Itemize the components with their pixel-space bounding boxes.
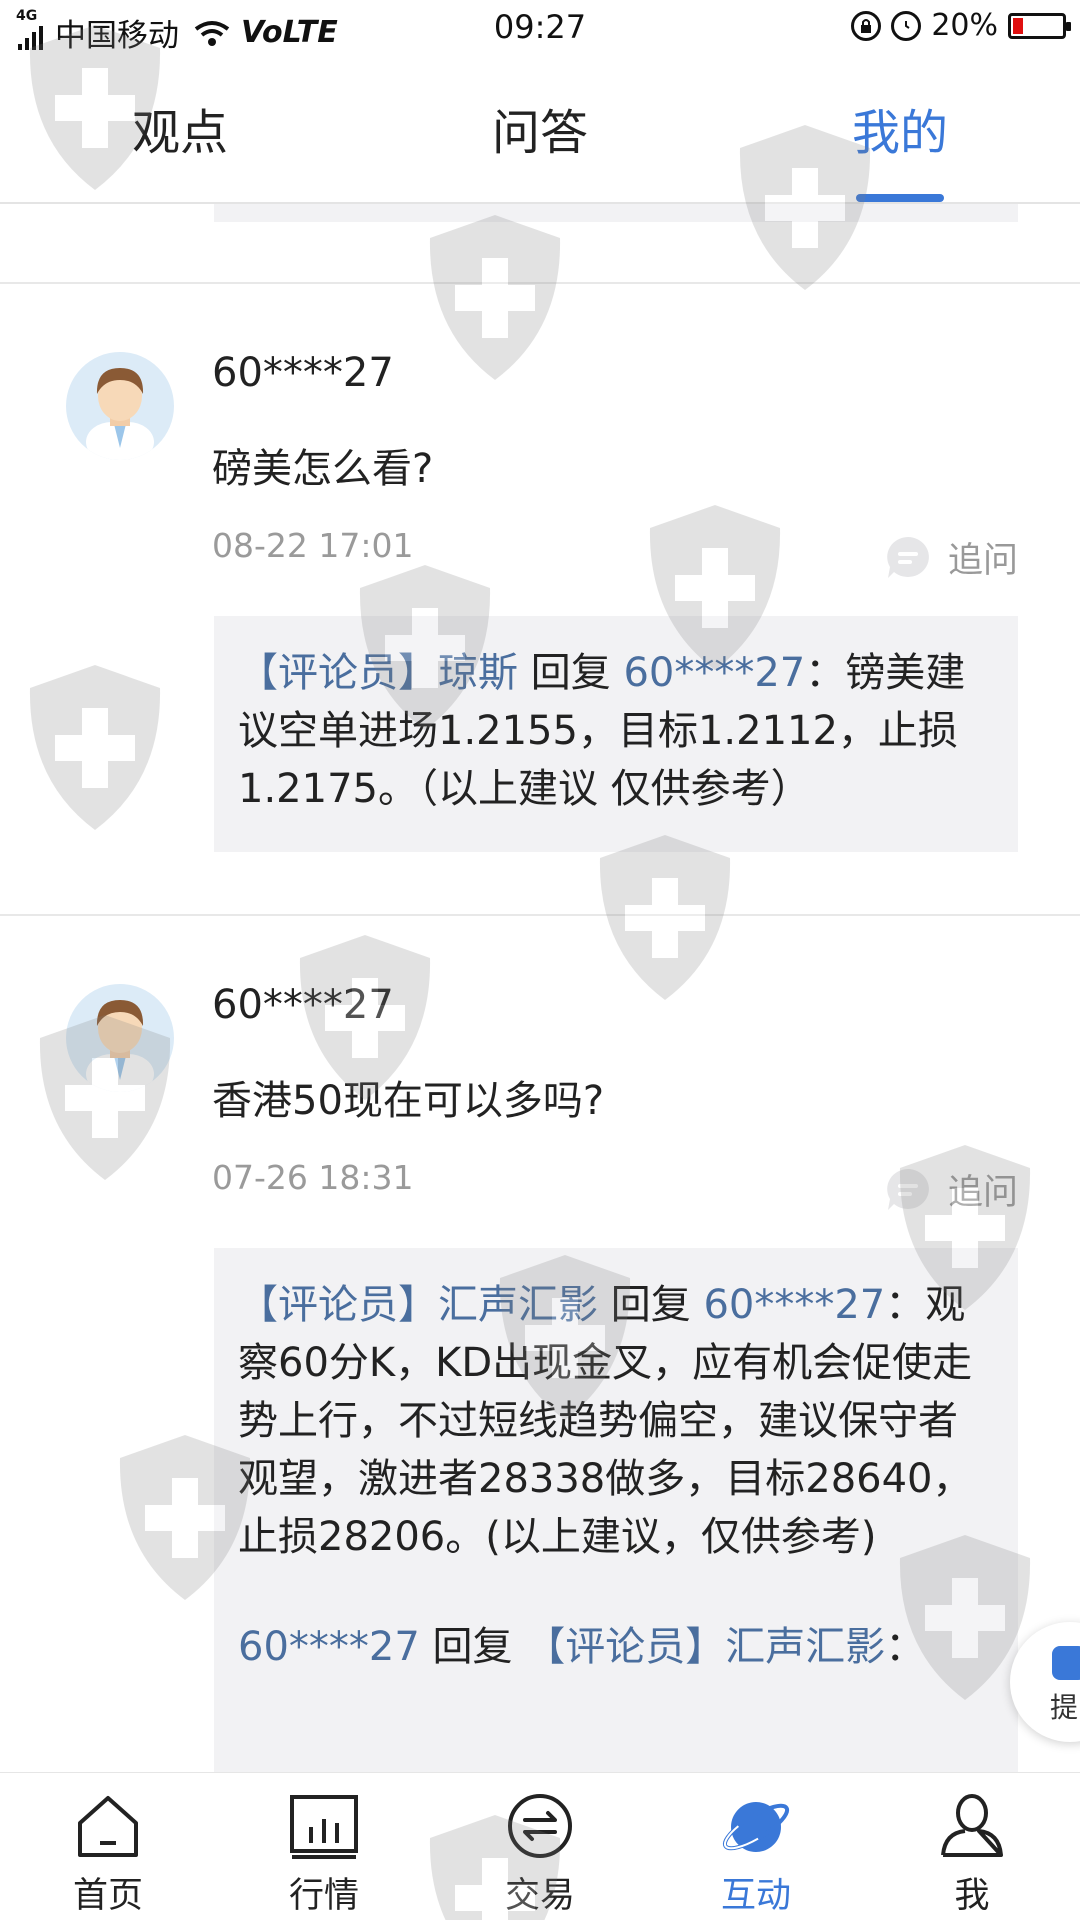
market-chart-icon — [290, 1795, 358, 1859]
avatar[interactable] — [66, 984, 174, 1092]
home-icon — [78, 1796, 138, 1857]
reply-target[interactable]: 【评论员】汇声汇影 — [525, 1624, 885, 1670]
lock-rotation-icon — [851, 10, 882, 41]
bottom-nav: 首页 行情 交易 互动 我 — [0, 1772, 1080, 1920]
status-bar: 4G 中国移动 VoLTE 09:27 20% — [0, 0, 1080, 58]
planet-icon — [722, 1802, 790, 1852]
ask-icon — [1052, 1646, 1080, 1680]
chat-bubble-icon — [887, 536, 929, 578]
exchange-icon — [508, 1794, 572, 1858]
reply-author[interactable]: 60****27 — [238, 1624, 420, 1670]
chat-bubble-icon — [887, 1168, 929, 1210]
reply-target[interactable]: 60****27 — [703, 1282, 885, 1328]
reply-author[interactable]: 【评论员】汇声汇影 — [238, 1282, 598, 1328]
active-tab-indicator — [856, 194, 944, 202]
watermark-shield-icon — [29, 665, 161, 830]
reply-card: 【评论员】汇声汇影 回复 60****27：观察60分K，KD出现金叉，应有机会… — [214, 1248, 1018, 1788]
watermark-shield-icon — [599, 835, 731, 1000]
nav-label: 行情 — [288, 1876, 359, 1916]
top-tabs: 观点 问答 我的 — [0, 58, 1080, 202]
question-text: 磅美怎么看? — [212, 446, 434, 492]
profile-icon — [941, 1794, 1003, 1857]
alarm-icon — [891, 10, 922, 41]
tab-viewpoints[interactable]: 观点 — [0, 58, 360, 202]
reply-text: 60****27 回复 【评论员】汇声汇影： — [238, 1624, 926, 1670]
nav-home[interactable]: 首页 — [0, 1773, 216, 1920]
user-name: 60****27 — [212, 350, 394, 396]
nav-label: 交易 — [504, 1876, 575, 1916]
user-name: 60****27 — [212, 982, 394, 1028]
followup-label: 追问 — [947, 541, 1018, 581]
tab-qa[interactable]: 问答 — [360, 58, 720, 202]
reply-author[interactable]: 【评论员】琼斯 — [238, 650, 518, 696]
nav-label: 互动 — [720, 1876, 791, 1916]
ask-question-float-button[interactable]: 提 — [1010, 1622, 1080, 1742]
question-text: 香港50现在可以多吗? — [212, 1078, 605, 1124]
watermark-shield-icon — [429, 215, 561, 380]
avatar[interactable] — [66, 352, 174, 460]
nav-label: 首页 — [72, 1876, 143, 1916]
battery-icon — [1008, 12, 1071, 39]
followup-button[interactable]: 追问 — [884, 532, 1018, 583]
nav-me[interactable]: 我 — [864, 1773, 1080, 1920]
previous-reply-card-edge — [214, 204, 1018, 222]
question-time: 08-22 17:01 — [212, 526, 414, 565]
nav-trade[interactable]: 交易 — [432, 1773, 648, 1920]
avatar-person-icon — [86, 368, 154, 460]
tab-mine[interactable]: 我的 — [720, 58, 1080, 202]
followup-label: 追问 — [947, 1173, 1018, 1213]
battery-percent: 20% — [931, 8, 998, 43]
item-divider — [0, 914, 1080, 916]
reply-target[interactable]: 60****27 — [623, 650, 805, 696]
item-divider — [0, 282, 1080, 284]
status-right: 20% — [851, 8, 1071, 43]
followup-button[interactable]: 追问 — [884, 1164, 1018, 1215]
question-time: 07-26 18:31 — [212, 1158, 414, 1197]
reply-card: 【评论员】琼斯 回复 60****27：镑美建议空单进场1.2155，目标1.2… — [214, 616, 1018, 852]
avatar-person-icon — [86, 1000, 154, 1092]
nav-interact[interactable]: 互动 — [648, 1773, 864, 1920]
reply-text: 【评论员】汇声汇影 回复 60****27：观察60分K，KD出现金叉，应有机会… — [238, 1282, 973, 1560]
float-button-label: 提 — [1050, 1691, 1079, 1724]
nav-market[interactable]: 行情 — [216, 1773, 432, 1920]
nav-label: 我 — [954, 1876, 990, 1916]
reply-text: 【评论员】琼斯 回复 60****27：镑美建议空单进场1.2155，目标1.2… — [238, 650, 966, 812]
